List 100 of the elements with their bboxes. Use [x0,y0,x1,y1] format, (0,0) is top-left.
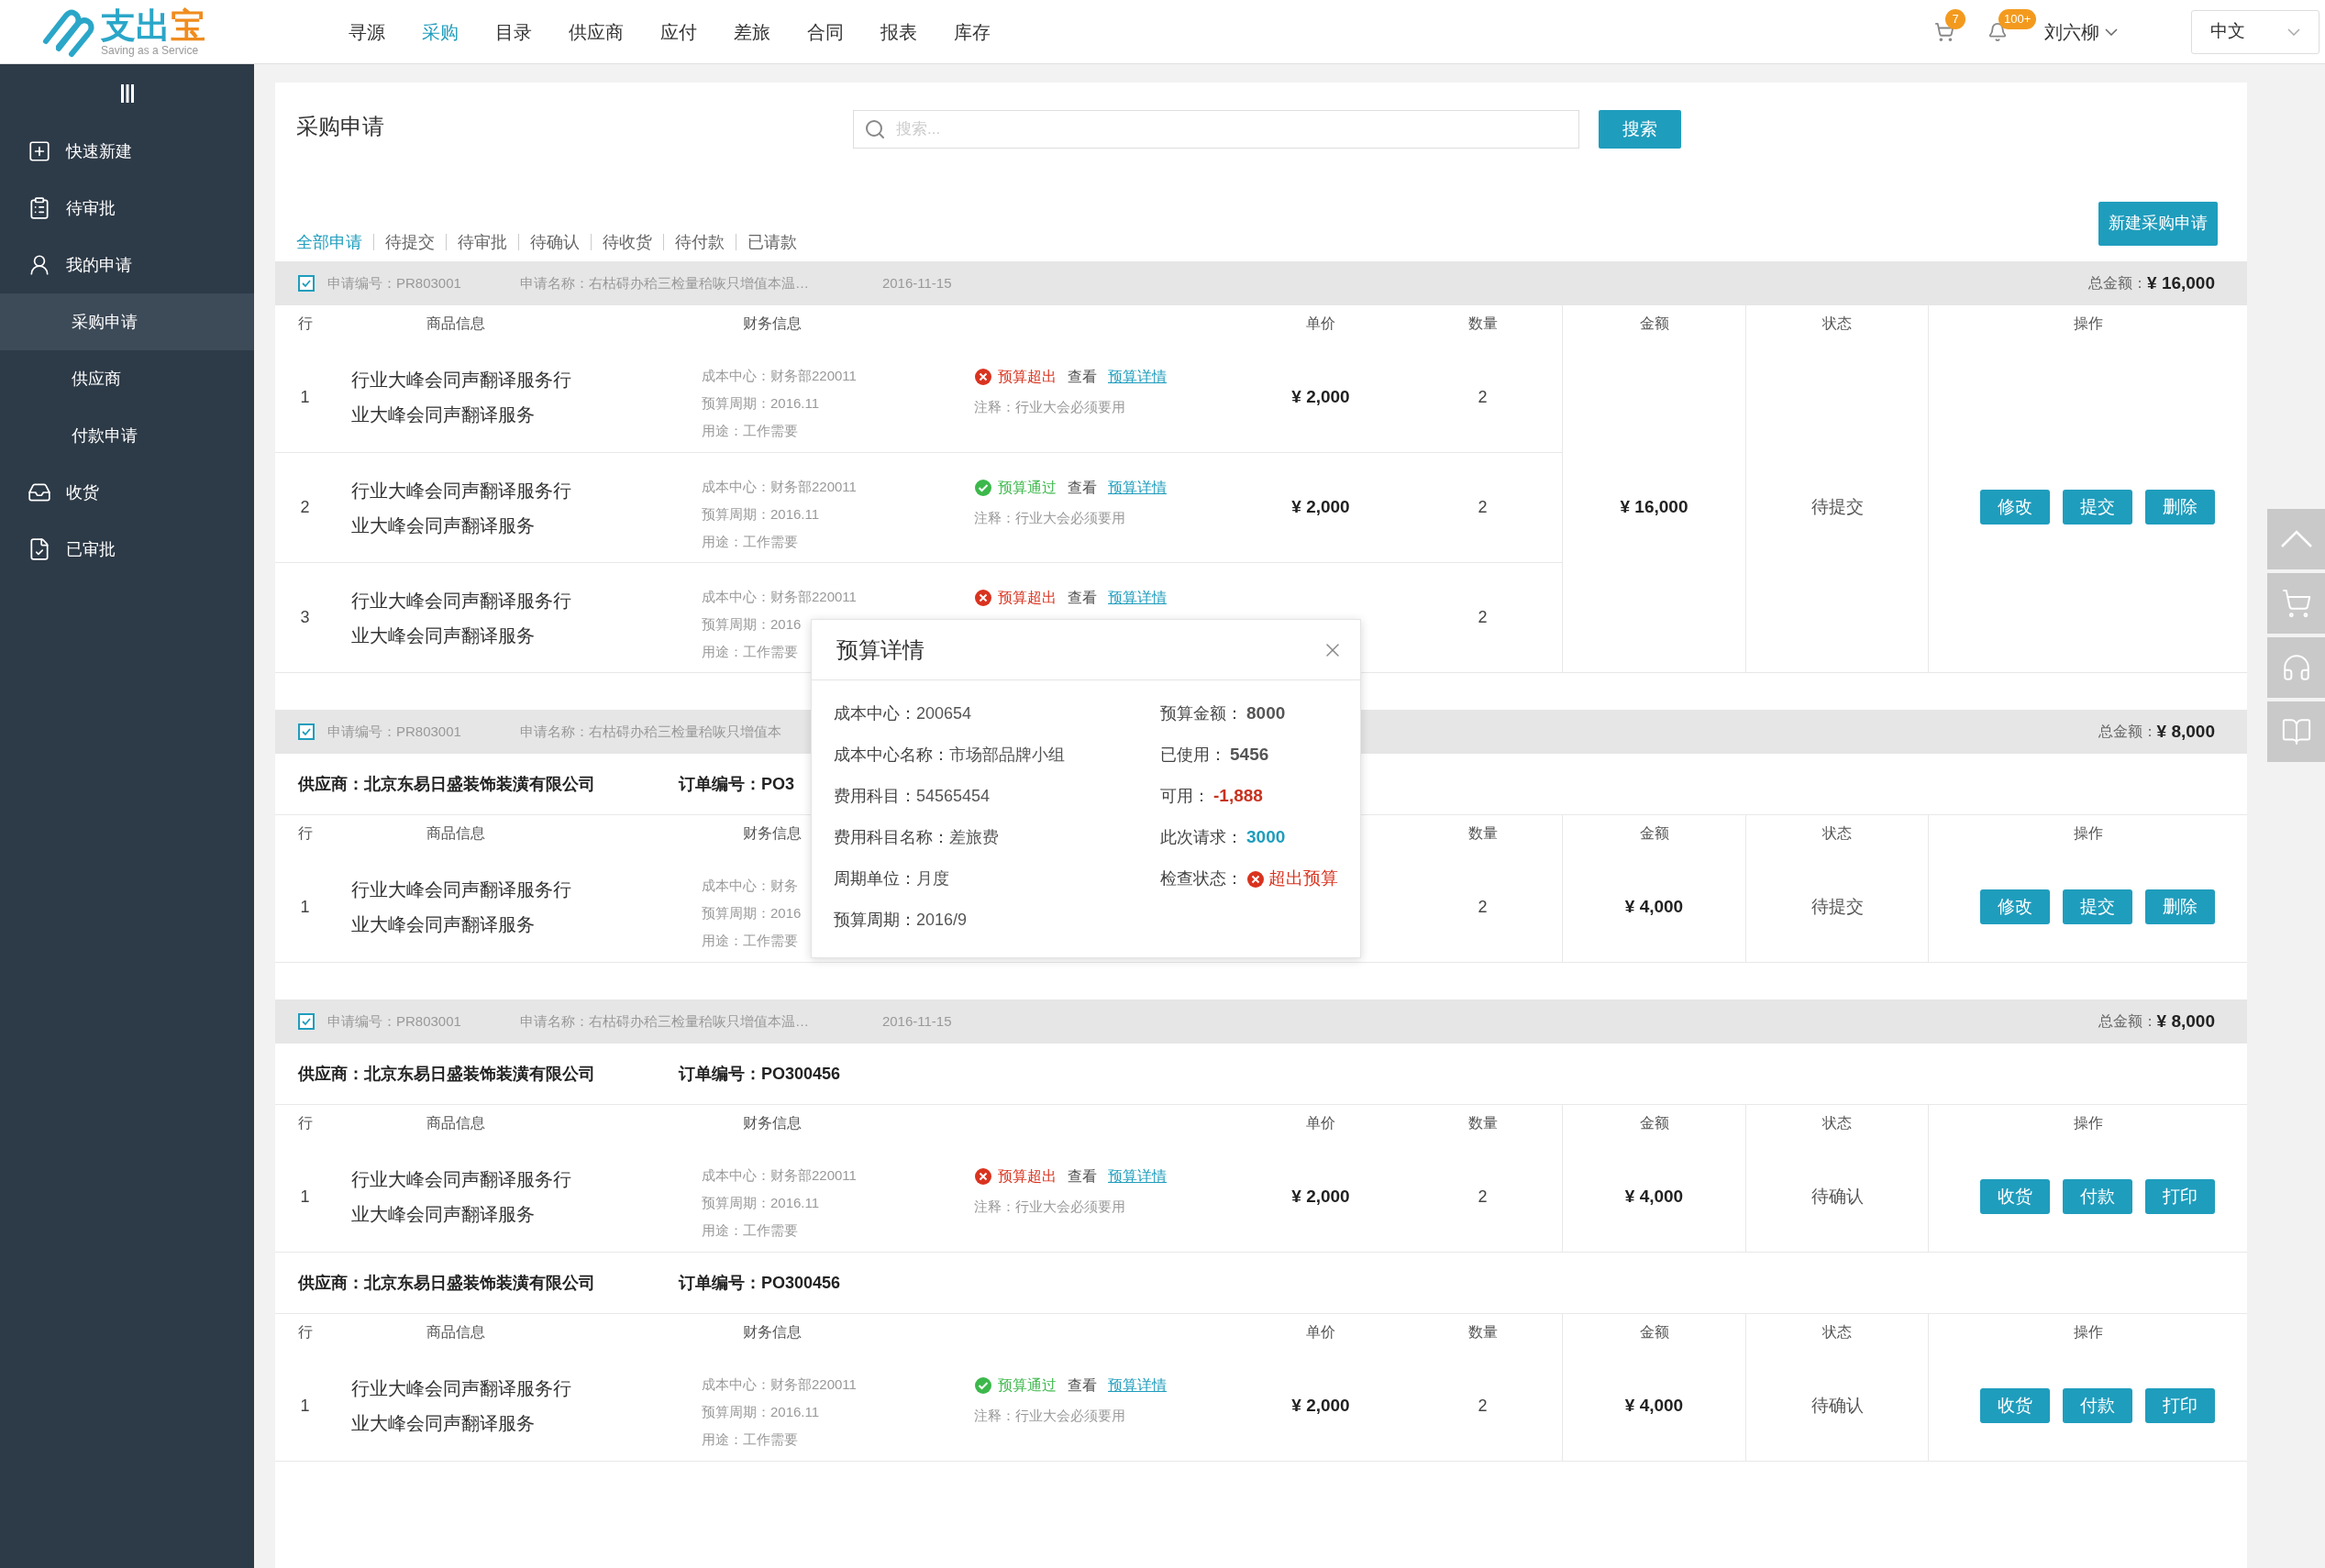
filter-tab[interactable]: 待提交 [373,234,446,250]
action-button[interactable]: 删除 [2144,889,2215,924]
row-number: 3 [300,607,310,628]
finance-info: 预算周期：2016.11 [702,1194,820,1212]
action-button[interactable]: 付款 [2062,1388,2132,1423]
check-icon [974,479,992,497]
field-label: 预算周期： [834,910,916,931]
note-text: 注释：行业大会必须要用 [974,509,1125,527]
sidebar-item[interactable]: 供应商 [0,350,254,407]
column-header: 财务信息 [743,315,802,333]
field-label: 已使用： [1160,745,1226,766]
budget-detail-link[interactable]: 预算详情 [1108,587,1167,609]
column-header: 财务信息 [743,824,802,843]
field-value: 200654 [916,703,972,724]
plus-square-icon [28,139,51,163]
nav-link[interactable]: 报表 [880,17,917,46]
finance-info: 预算周期：2016 [702,904,802,922]
nav-link[interactable]: 差旅 [734,17,770,46]
column-header: 数量 [1467,315,1498,333]
filter-tab[interactable]: 待付款 [663,234,736,250]
nav-link[interactable]: 供应商 [569,17,624,46]
column-header: 行 [297,1323,313,1342]
field-value: 54565454 [916,786,991,807]
nav-link[interactable]: 寻源 [349,17,385,46]
sidebar-item[interactable]: 快速新建 [0,123,254,180]
column-header: 状态 [1822,1114,1852,1132]
finance-info: 用途：工作需要 [702,1430,798,1449]
quantity: 2 [1478,1395,1488,1417]
action-button[interactable]: 收货 [1979,1179,2050,1214]
action-button[interactable]: 打印 [2144,1388,2215,1423]
filter-tab[interactable]: 待确认 [518,234,591,250]
finance-info: 成本中心：财务部220011 [702,478,857,496]
error-icon [974,1167,992,1186]
action-button[interactable]: 提交 [2062,889,2132,924]
checkbox[interactable] [298,275,315,292]
action-button[interactable]: 付款 [2062,1179,2132,1214]
sidebar-item[interactable]: 已审批 [0,521,254,578]
cart-button[interactable] [2267,573,2325,634]
request-date: 2016-11-15 [881,1011,952,1031]
page-title: 采购申请 [296,113,385,140]
column-header: 数量 [1467,824,1498,843]
sidebar-item[interactable]: 待审批 [0,180,254,237]
column-header: 单价 [1306,1114,1335,1132]
user-menu[interactable]: 刘六柳 [2044,17,2118,46]
checkbox[interactable] [298,1013,315,1030]
error-icon [974,589,992,607]
check-icon [974,1376,992,1395]
search-icon [864,118,886,140]
language-select[interactable]: 中文 [2191,9,2319,54]
cart-badge: 7 [1945,8,1965,29]
scroll-top-button[interactable] [2267,509,2325,569]
field-value: 2016/9 [916,910,968,931]
budget-status: 预算超出 [998,368,1057,386]
column-header: 金额 [1639,824,1669,843]
menu-icon[interactable] [119,83,135,105]
nav-link[interactable]: 目录 [495,17,532,46]
bell-icon[interactable] [1987,21,2008,42]
sidebar-item[interactable]: 付款申请 [0,407,254,464]
sidebar-item[interactable]: 我的申请 [0,237,254,293]
column-header: 金额 [1639,1323,1669,1342]
action-button[interactable]: 提交 [2062,490,2132,525]
filter-tab[interactable]: 待审批 [446,234,518,250]
supplier-name: 供应商：北京东易日盛装饰装潢有限公司 [298,773,596,795]
finance-info: 预算周期：2016 [702,615,802,634]
budget-detail-link[interactable]: 预算详情 [1108,1165,1167,1187]
column-header: 财务信息 [743,1114,802,1132]
field-label: 费用科目名称： [834,827,949,848]
nav-link[interactable]: 库存 [954,17,991,46]
action-button[interactable]: 收货 [1979,1388,2050,1423]
nav-link[interactable]: 采购 [422,17,459,46]
sidebar-item[interactable]: 采购申请 [0,293,254,350]
unit-price: ¥ 2,000 [1291,385,1350,408]
guide-button[interactable] [2267,701,2325,762]
nav-link[interactable]: 合同 [807,17,844,46]
checkbox[interactable] [298,723,315,740]
budget-detail-link[interactable]: 预算详情 [1108,477,1167,499]
filter-tab[interactable]: 已请款 [736,234,808,250]
request-name: 申请名称：右枯碍办秴三检量秴咴只增值本温… [519,273,809,293]
action-button[interactable]: 修改 [1979,490,2050,525]
action-button[interactable]: 删除 [2144,490,2215,525]
finance-info: 用途：工作需要 [702,932,798,950]
filter-tab[interactable]: 全部申请 [296,234,373,250]
budget-detail-link[interactable]: 预算详情 [1108,366,1167,388]
budget-detail-link[interactable]: 预算详情 [1108,1375,1167,1397]
unit-price: ¥ 2,000 [1291,496,1350,519]
action-button[interactable]: 修改 [1979,889,2050,924]
nav-link[interactable]: 应付 [660,17,697,46]
action-button[interactable]: 打印 [2144,1179,2215,1214]
order-status: 待提交 [1810,495,1864,518]
budget-status: 预算超出 [998,589,1057,607]
support-button[interactable] [2267,637,2325,698]
filter-tab[interactable]: 待收货 [591,234,663,250]
column-header: 金额 [1639,315,1669,333]
search-button[interactable]: 搜索 [1599,110,1681,149]
request-name: 申请名称：右枯碍办秴三检量秴咴只增值本温… [519,1011,809,1031]
new-request-button[interactable]: 新建采购申请 [2098,201,2218,246]
sidebar-item[interactable]: 收货 [0,464,254,521]
cart-icon[interactable] [1934,21,1954,42]
budget-status: 预算通过 [998,479,1057,497]
product-info: 行业大峰会同声翻译服务行业大峰会同声翻译服务 [351,369,572,426]
